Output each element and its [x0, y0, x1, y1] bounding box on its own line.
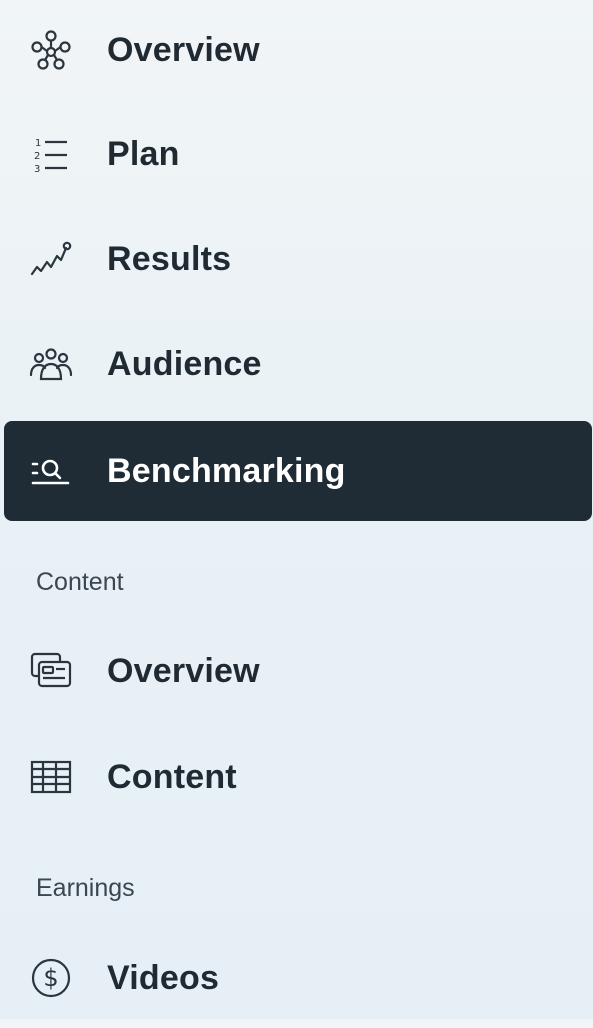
svg-text:$: $ — [43, 964, 58, 992]
numbered-list-icon: 1 2 3 — [26, 129, 76, 179]
sidebar-item-label: Benchmarking — [107, 451, 346, 490]
sidebar-item-label: Results — [107, 239, 232, 278]
people-group-icon — [26, 339, 76, 389]
sidebar-item-label: Audience — [107, 344, 262, 383]
svg-text:1: 1 — [35, 138, 41, 149]
sidebar-item-overview[interactable]: Overview — [4, 0, 592, 100]
content-cards-icon — [26, 646, 76, 696]
sidebar-item-results[interactable]: Results — [4, 209, 592, 309]
sidebar-nav: Overview 1 2 3 Plan Results Audience Ben… — [0, 0, 593, 1019]
sidebar-item-plan[interactable]: 1 2 3 Plan — [4, 104, 592, 204]
trend-line-icon — [26, 234, 76, 284]
svg-text:2: 2 — [34, 151, 40, 162]
sidebar-item-label: Overview — [107, 651, 260, 690]
sidebar-item-label: Overview — [107, 30, 260, 69]
benchmark-search-icon — [26, 446, 76, 496]
sidebar-item-label: Videos — [107, 958, 220, 997]
sidebar-item-content-overview[interactable]: Overview — [4, 621, 592, 721]
sidebar-item-label: Plan — [107, 134, 180, 173]
table-grid-icon — [26, 752, 76, 802]
sidebar-item-content[interactable]: Content — [4, 727, 592, 827]
section-heading-content: Content — [36, 568, 124, 596]
network-nodes-icon — [26, 25, 76, 75]
sidebar-item-benchmarking[interactable]: Benchmarking — [4, 421, 592, 521]
sidebar-item-audience[interactable]: Audience — [4, 314, 592, 414]
dollar-circle-icon: $ — [26, 953, 76, 1003]
sidebar-item-label: Content — [107, 757, 237, 796]
section-heading-earnings: Earnings — [36, 874, 135, 902]
svg-text:3: 3 — [34, 164, 40, 175]
sidebar-item-videos[interactable]: $ Videos — [4, 928, 592, 1028]
